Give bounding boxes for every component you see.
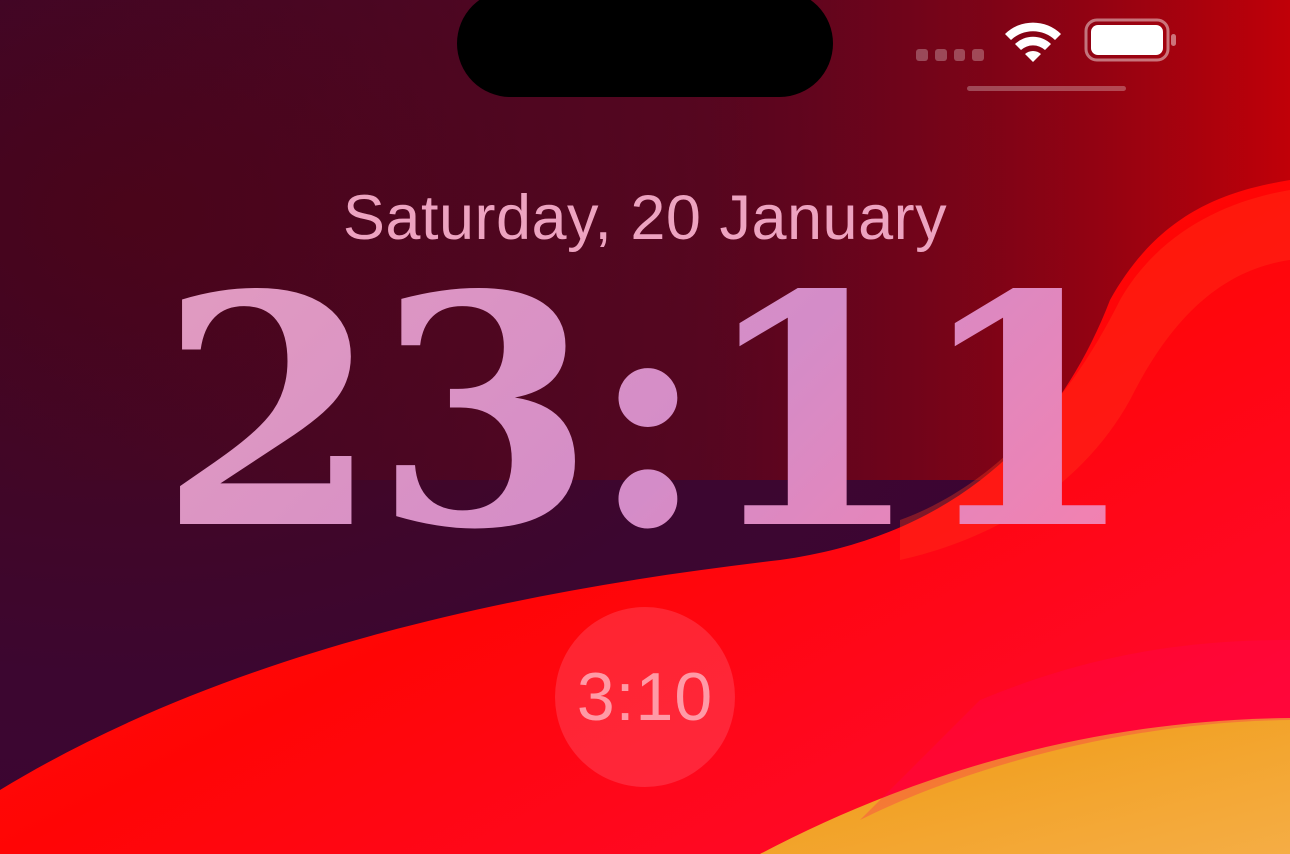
cellular-signal-icon bbox=[916, 49, 984, 61]
lock-screen-time[interactable]: 23:11 bbox=[0, 253, 1290, 571]
dynamic-island bbox=[457, 0, 833, 97]
lock-screen-widget[interactable]: 3:10 bbox=[555, 607, 735, 787]
wifi-icon bbox=[1005, 22, 1061, 62]
widget-value: 3:10 bbox=[576, 659, 714, 735]
battery-icon bbox=[1084, 18, 1176, 62]
lock-screen: Saturday, 20 January 23:11 3:10 bbox=[0, 0, 1290, 854]
status-indicator-bar bbox=[967, 86, 1126, 91]
